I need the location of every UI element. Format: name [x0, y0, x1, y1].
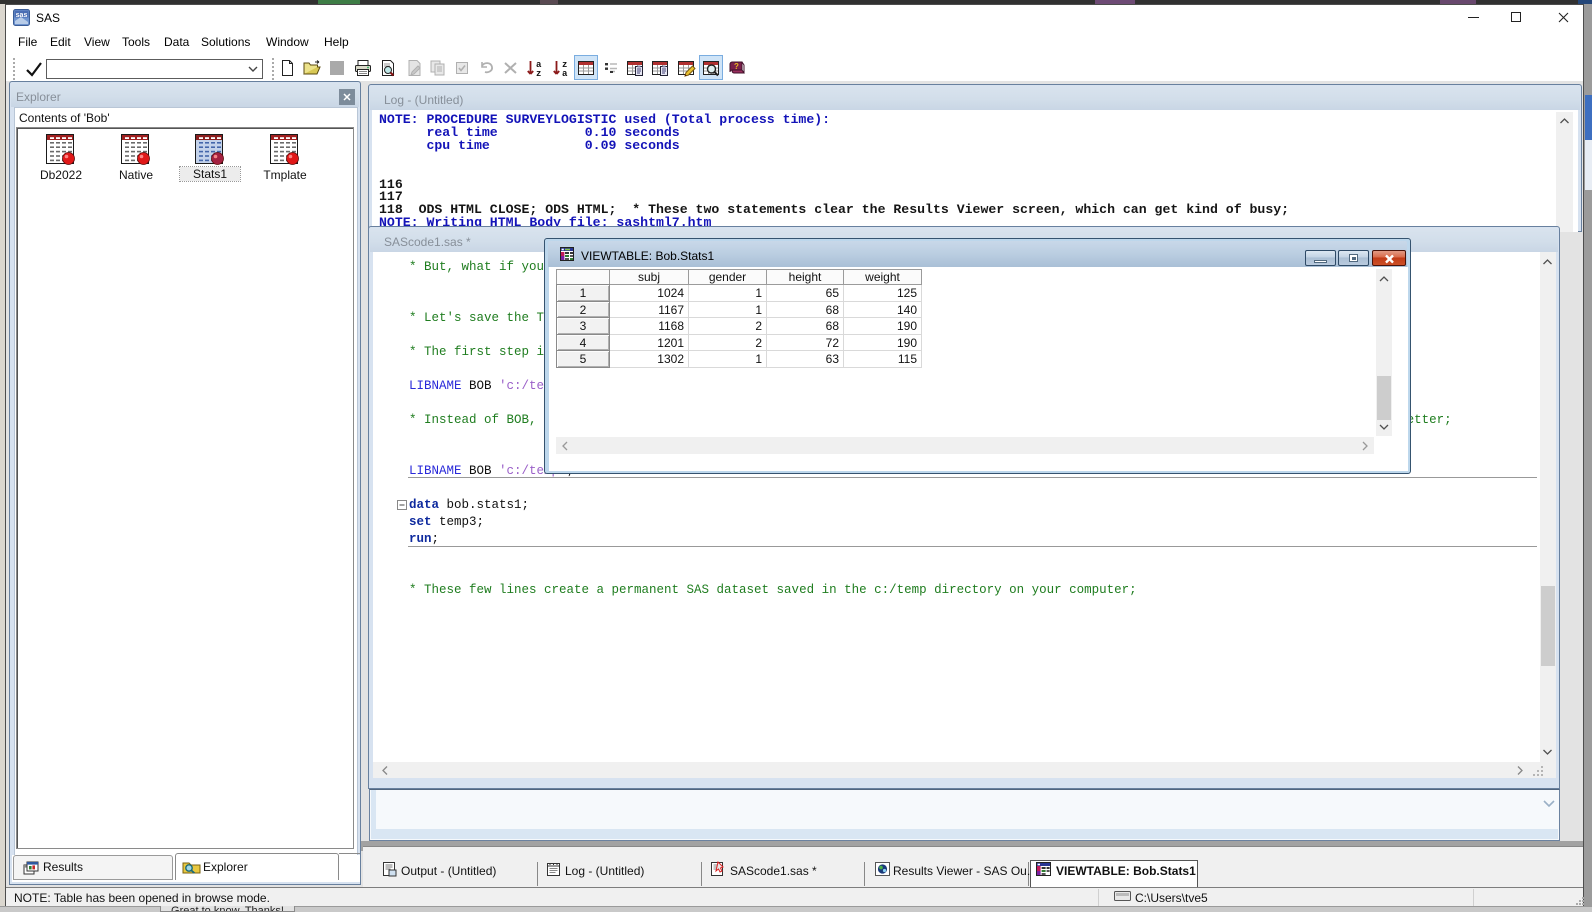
svg-text:a: a — [562, 69, 568, 78]
svg-text:?: ? — [734, 62, 739, 71]
svg-text:sas: sas — [16, 12, 28, 19]
svg-text:z: z — [536, 69, 541, 78]
